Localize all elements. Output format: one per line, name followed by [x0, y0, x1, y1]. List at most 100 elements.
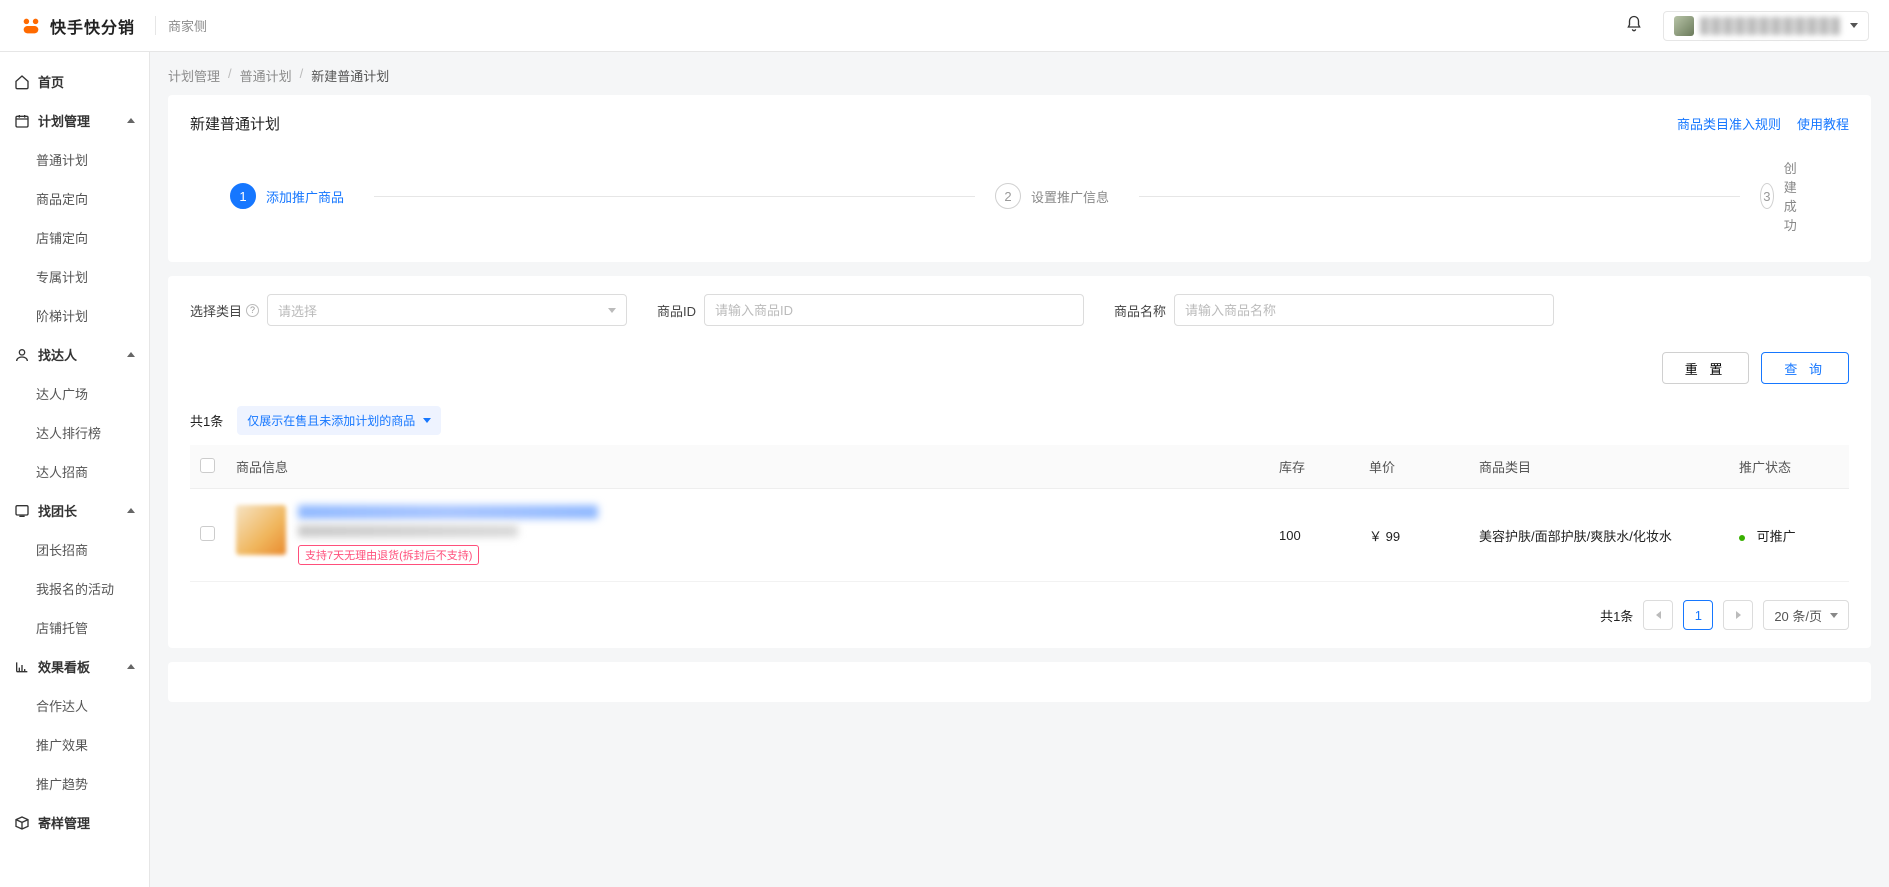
sidebar-item-label: 找团长 — [38, 501, 77, 520]
breadcrumb: 计划管理 / 普通计划 / 新建普通计划 — [168, 66, 1871, 85]
chevron-up-icon — [127, 352, 135, 357]
sidebar-item-plan-ladder[interactable]: 阶梯计划 — [0, 296, 149, 335]
page-total: 共1条 — [1600, 606, 1633, 625]
rule-link[interactable]: 商品类目准入规则 — [1677, 114, 1781, 133]
user-icon — [14, 347, 30, 363]
home-icon — [14, 74, 30, 90]
status-text: 可推广 — [1757, 529, 1796, 544]
page-size-select[interactable]: 20 条/页 — [1763, 600, 1849, 630]
calendar-icon — [14, 113, 30, 129]
select-all-checkbox[interactable] — [200, 458, 215, 473]
sidebar-item-dash-partner[interactable]: 合作达人 — [0, 686, 149, 725]
sidebar-item-label: 合作达人 — [36, 696, 88, 715]
cell-stock: 100 — [1269, 489, 1359, 582]
sidebar-item-daren-recruit[interactable]: 达人招商 — [0, 452, 149, 491]
sidebar-item-tz-signed[interactable]: 我报名的活动 — [0, 569, 149, 608]
page-next[interactable] — [1723, 600, 1753, 630]
sidebar-item-tz-trust[interactable]: 店铺托管 — [0, 608, 149, 647]
page-title: 新建普通计划 — [190, 113, 280, 134]
step-label: 设置推广信息 — [1031, 187, 1109, 206]
guide-link[interactable]: 使用教程 — [1797, 114, 1849, 133]
product-id-input[interactable] — [704, 294, 1084, 326]
sidebar-item-label: 达人排行榜 — [36, 423, 101, 442]
result-total: 共1条 — [190, 411, 223, 430]
category-select[interactable]: 请选择 — [267, 294, 627, 326]
sidebar-item-label: 找达人 — [38, 345, 77, 364]
sidebar-item-label: 我报名的活动 — [36, 579, 114, 598]
bell-icon[interactable] — [1625, 15, 1643, 36]
search-button[interactable]: 查 询 — [1761, 352, 1849, 384]
main-content: 计划管理 / 普通计划 / 新建普通计划 新建普通计划 商品类目准入规则 使用教… — [150, 52, 1889, 887]
app-header: 快手快分销 商家侧 — [0, 0, 1889, 52]
col-price: 单价 — [1359, 445, 1469, 489]
sidebar-item-dash-effect[interactable]: 推广效果 — [0, 725, 149, 764]
group-icon — [14, 503, 30, 519]
filter-category: 选择类目 ? 请选择 — [190, 294, 627, 326]
page-number[interactable]: 1 — [1683, 600, 1713, 630]
field-label: 选择类目 ? — [190, 301, 259, 320]
help-icon[interactable]: ? — [246, 304, 259, 317]
page-prev[interactable] — [1643, 600, 1673, 630]
row-checkbox[interactable] — [200, 526, 215, 541]
user-menu[interactable] — [1663, 11, 1869, 41]
chevron-down-icon — [608, 308, 616, 313]
sidebar-item-plan-exclusive[interactable]: 专属计划 — [0, 257, 149, 296]
sidebar-item-label: 计划管理 — [38, 111, 90, 130]
field-label: 商品ID — [657, 301, 696, 320]
sidebar-item-dashboard[interactable]: 效果看板 — [0, 647, 149, 686]
col-status: 推广状态 — [1729, 445, 1849, 489]
sidebar-item-tz-recruit[interactable]: 团长招商 — [0, 530, 149, 569]
sidebar-item-daren-square[interactable]: 达人广场 — [0, 374, 149, 413]
breadcrumb-item[interactable]: 计划管理 — [168, 66, 220, 85]
sidebar-item-home[interactable]: 首页 — [0, 62, 149, 101]
username — [1700, 17, 1840, 35]
sidebar-item-plan-product[interactable]: 商品定向 — [0, 179, 149, 218]
reset-button[interactable]: 重 置 — [1662, 352, 1750, 384]
sidebar-item-label: 团长招商 — [36, 540, 88, 559]
sidebar-item-label: 推广效果 — [36, 735, 88, 754]
sidebar-item-label: 效果看板 — [38, 657, 90, 676]
step-number: 2 — [995, 183, 1021, 209]
cell-price: ￥ 99 — [1359, 489, 1469, 582]
chevron-down-icon — [1850, 23, 1858, 28]
field-label: 商品名称 — [1114, 301, 1166, 320]
tag-label: 仅展示在售且未添加计划的商品 — [247, 412, 415, 429]
filter-id: 商品ID — [657, 294, 1084, 326]
products-table: 商品信息 库存 单价 商品类目 推广状态 — [190, 445, 1849, 582]
cell-category: 美容护肤/面部护肤/爽肤水/化妆水 — [1469, 489, 1729, 582]
col-stock: 库存 — [1269, 445, 1359, 489]
table-row: 支持7天无理由退货(拆封后不支持) 100 ￥ 99 美容护肤/面部护肤/爽肤水… — [190, 489, 1849, 582]
avatar — [1674, 16, 1694, 36]
breadcrumb-item[interactable]: 普通计划 — [240, 66, 292, 85]
chevron-down-icon — [423, 418, 431, 423]
sidebar-item-dash-trend[interactable]: 推广趋势 — [0, 764, 149, 803]
product-cell: 支持7天无理由退货(拆封后不支持) — [236, 505, 1259, 565]
sidebar-item-label: 专属计划 — [36, 267, 88, 286]
chevron-right-icon — [1736, 611, 1741, 619]
filter-card: 选择类目 ? 请选择 商品ID 商品名称 重 置 — [168, 276, 1871, 648]
sidebar-item-daren[interactable]: 找达人 — [0, 335, 149, 374]
product-name-input[interactable] — [1174, 294, 1554, 326]
logo: 快手快分销 商家侧 — [20, 14, 207, 38]
table-filter-select[interactable]: 仅展示在售且未添加计划的商品 — [237, 406, 441, 435]
col-product: 商品信息 — [226, 445, 1269, 489]
sidebar-item-label: 达人广场 — [36, 384, 88, 403]
sidebar-item-sample[interactable]: 寄样管理 — [0, 803, 149, 842]
select-placeholder: 请选择 — [278, 301, 317, 320]
sidebar-item-plan-normal[interactable]: 普通计划 — [0, 140, 149, 179]
steps-card: 新建普通计划 商品类目准入规则 使用教程 1 添加推广商品 2 设置推广信息 — [168, 95, 1871, 262]
step-number: 1 — [230, 183, 256, 209]
steps: 1 添加推广商品 2 设置推广信息 3 创建成功 — [190, 158, 1849, 244]
step-number: 3 — [1760, 183, 1774, 209]
sidebar-item-plan-shop[interactable]: 店铺定向 — [0, 218, 149, 257]
sidebar-item-label: 普通计划 — [36, 150, 88, 169]
step-label: 创建成功 — [1784, 158, 1809, 234]
sidebar-item-daren-rank[interactable]: 达人排行榜 — [0, 413, 149, 452]
sidebar-item-plan-mgmt[interactable]: 计划管理 — [0, 101, 149, 140]
product-title-blur — [298, 505, 598, 519]
chart-icon — [14, 659, 30, 675]
chevron-left-icon — [1656, 611, 1661, 619]
sidebar-item-tuanzhang[interactable]: 找团长 — [0, 491, 149, 530]
chevron-up-icon — [127, 508, 135, 513]
box-icon — [14, 815, 30, 831]
